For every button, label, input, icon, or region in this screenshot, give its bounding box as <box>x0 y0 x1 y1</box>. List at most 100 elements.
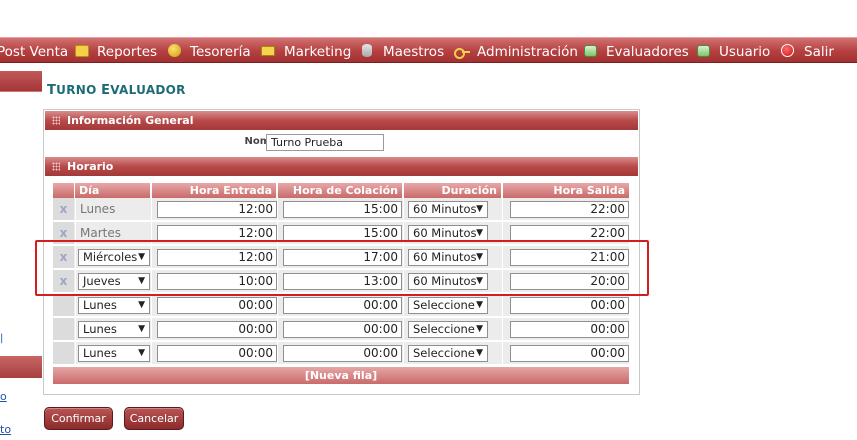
hora-colacion-input[interactable]: 15:00 <box>283 201 402 218</box>
hora-salida-input[interactable]: 21:00 <box>510 249 629 266</box>
day-label: Lunes <box>80 202 116 216</box>
evaluator-icon <box>584 45 597 57</box>
confirm-button[interactable]: Confirmar <box>44 407 113 430</box>
duracion-select[interactable]: 60 Minutos ▼ <box>408 225 488 242</box>
cell-divider <box>502 246 503 268</box>
chevron-down-icon: ▼ <box>476 204 483 214</box>
hora-colacion-input[interactable]: 00:00 <box>283 321 402 338</box>
cell-divider <box>502 318 503 340</box>
menu-post-venta[interactable]: Post Venta <box>0 38 68 64</box>
sidebar-section-header <box>0 356 42 378</box>
cell-divider <box>403 318 404 340</box>
chevron-down-icon: ▼ <box>138 324 145 334</box>
day-select[interactable]: Lunes ▼ <box>78 297 150 314</box>
menu-usuario[interactable]: Usuario <box>719 38 770 64</box>
remove-row-icon[interactable]: x <box>53 198 74 220</box>
user-icon <box>697 45 710 57</box>
day-label: Martes <box>80 226 121 240</box>
key-icon <box>454 45 470 59</box>
nombre-input[interactable] <box>266 134 384 151</box>
hora-entrada-input[interactable]: 12:00 <box>157 225 277 242</box>
grid-header-duracion: Duración colación <box>404 183 501 212</box>
hora-salida-input[interactable]: 22:00 <box>510 225 629 242</box>
chevron-down-icon: ▼ <box>476 348 483 358</box>
day-select[interactable]: Lunes ▼ <box>78 345 150 362</box>
cell-divider <box>502 342 503 364</box>
database-icon <box>362 44 372 57</box>
remove-row-icon[interactable]: x <box>53 222 74 244</box>
cell-divider <box>75 342 76 364</box>
hora-entrada-input[interactable]: 12:00 <box>157 249 277 266</box>
cell-divider <box>277 270 278 292</box>
cell-divider <box>277 342 278 364</box>
cell-divider <box>75 270 76 292</box>
duracion-select[interactable]: Seleccione ▼ <box>408 345 488 362</box>
day-select[interactable]: Miércoles ▼ <box>78 249 150 266</box>
menu-evaluadores[interactable]: Evaluadores <box>606 38 689 64</box>
cell-divider <box>151 198 152 220</box>
menu-salir[interactable]: Salir <box>804 38 834 64</box>
remove-row-icon[interactable]: x <box>53 246 74 268</box>
page-title: TURNO EVALUADOR <box>47 83 186 98</box>
exit-icon <box>781 44 794 57</box>
hora-entrada-input[interactable]: 00:00 <box>157 345 277 362</box>
grid-header-entrada: Hora Entrada <box>152 183 276 198</box>
duracion-select[interactable]: Seleccione ▼ <box>408 321 488 338</box>
menu-maestros[interactable]: Maestros <box>383 38 444 64</box>
duracion-select[interactable]: 60 Minutos ▼ <box>408 249 488 266</box>
cell-divider <box>277 294 278 316</box>
hora-colacion-input[interactable]: 00:00 <box>283 345 402 362</box>
hora-colacion-input[interactable]: 15:00 <box>283 225 402 242</box>
main-menu-bar: Post Venta Reportes Tesorería Marketing … <box>0 37 857 63</box>
new-row-button[interactable]: [Nueva fila] <box>53 367 629 384</box>
hora-salida-input[interactable]: 00:00 <box>510 345 629 362</box>
cell-divider <box>403 198 404 220</box>
row-spacer <box>53 342 74 364</box>
hora-entrada-input[interactable]: 00:00 <box>157 297 277 314</box>
hora-colacion-input[interactable]: 00:00 <box>283 297 402 314</box>
chevron-down-icon: ▼ <box>138 252 145 262</box>
menu-tesoreria[interactable]: Tesorería <box>190 38 251 64</box>
hora-salida-input[interactable]: 00:00 <box>510 297 629 314</box>
sidebar-link[interactable]: o <box>0 390 7 403</box>
duracion-select[interactable]: Seleccione ▼ <box>408 297 488 314</box>
grid-header-dia: Día <box>75 183 150 198</box>
day-select[interactable]: Lunes ▼ <box>78 321 150 338</box>
hora-entrada-input[interactable]: 10:00 <box>157 273 277 290</box>
cell-divider <box>277 318 278 340</box>
general-info-header: Información General <box>45 111 638 130</box>
cell-divider <box>151 246 152 268</box>
sidebar-link[interactable]: to <box>0 423 11 436</box>
hora-salida-input[interactable]: 20:00 <box>510 273 629 290</box>
hora-salida-input[interactable]: 22:00 <box>510 201 629 218</box>
cell-divider <box>151 270 152 292</box>
sidebar-header <box>0 71 42 91</box>
grip-icon <box>52 162 60 171</box>
remove-row-icon[interactable]: x <box>53 270 74 292</box>
cell-divider <box>403 270 404 292</box>
duracion-select[interactable]: 60 Minutos ▼ <box>408 273 488 290</box>
menu-administracion[interactable]: Administración <box>477 38 578 64</box>
cancel-button[interactable]: Cancelar <box>124 407 184 430</box>
cell-divider <box>502 294 503 316</box>
menu-reportes[interactable]: Reportes <box>97 38 157 64</box>
hora-entrada-input[interactable]: 12:00 <box>157 201 277 218</box>
grid-header-salida: Hora Salida <box>503 183 629 198</box>
cell-divider <box>403 246 404 268</box>
sidebar-marker: | <box>0 333 4 344</box>
chevron-down-icon: ▼ <box>476 228 483 238</box>
cell-divider <box>75 294 76 316</box>
cell-divider <box>403 342 404 364</box>
duracion-select[interactable]: 60 Minutos ▼ <box>408 201 488 218</box>
cell-divider <box>151 222 152 244</box>
turno-panel: Información General Nombre Horario Día H… <box>43 109 640 395</box>
coin-icon <box>168 44 181 57</box>
hora-colacion-input[interactable]: 17:00 <box>283 249 402 266</box>
hora-entrada-input[interactable]: 00:00 <box>157 321 277 338</box>
cell-divider <box>151 318 152 340</box>
hora-colacion-input[interactable]: 13:00 <box>283 273 402 290</box>
marketing-icon <box>261 46 275 56</box>
menu-marketing[interactable]: Marketing <box>284 38 351 64</box>
hora-salida-input[interactable]: 00:00 <box>510 321 629 338</box>
day-select[interactable]: Jueves ▼ <box>78 273 150 290</box>
